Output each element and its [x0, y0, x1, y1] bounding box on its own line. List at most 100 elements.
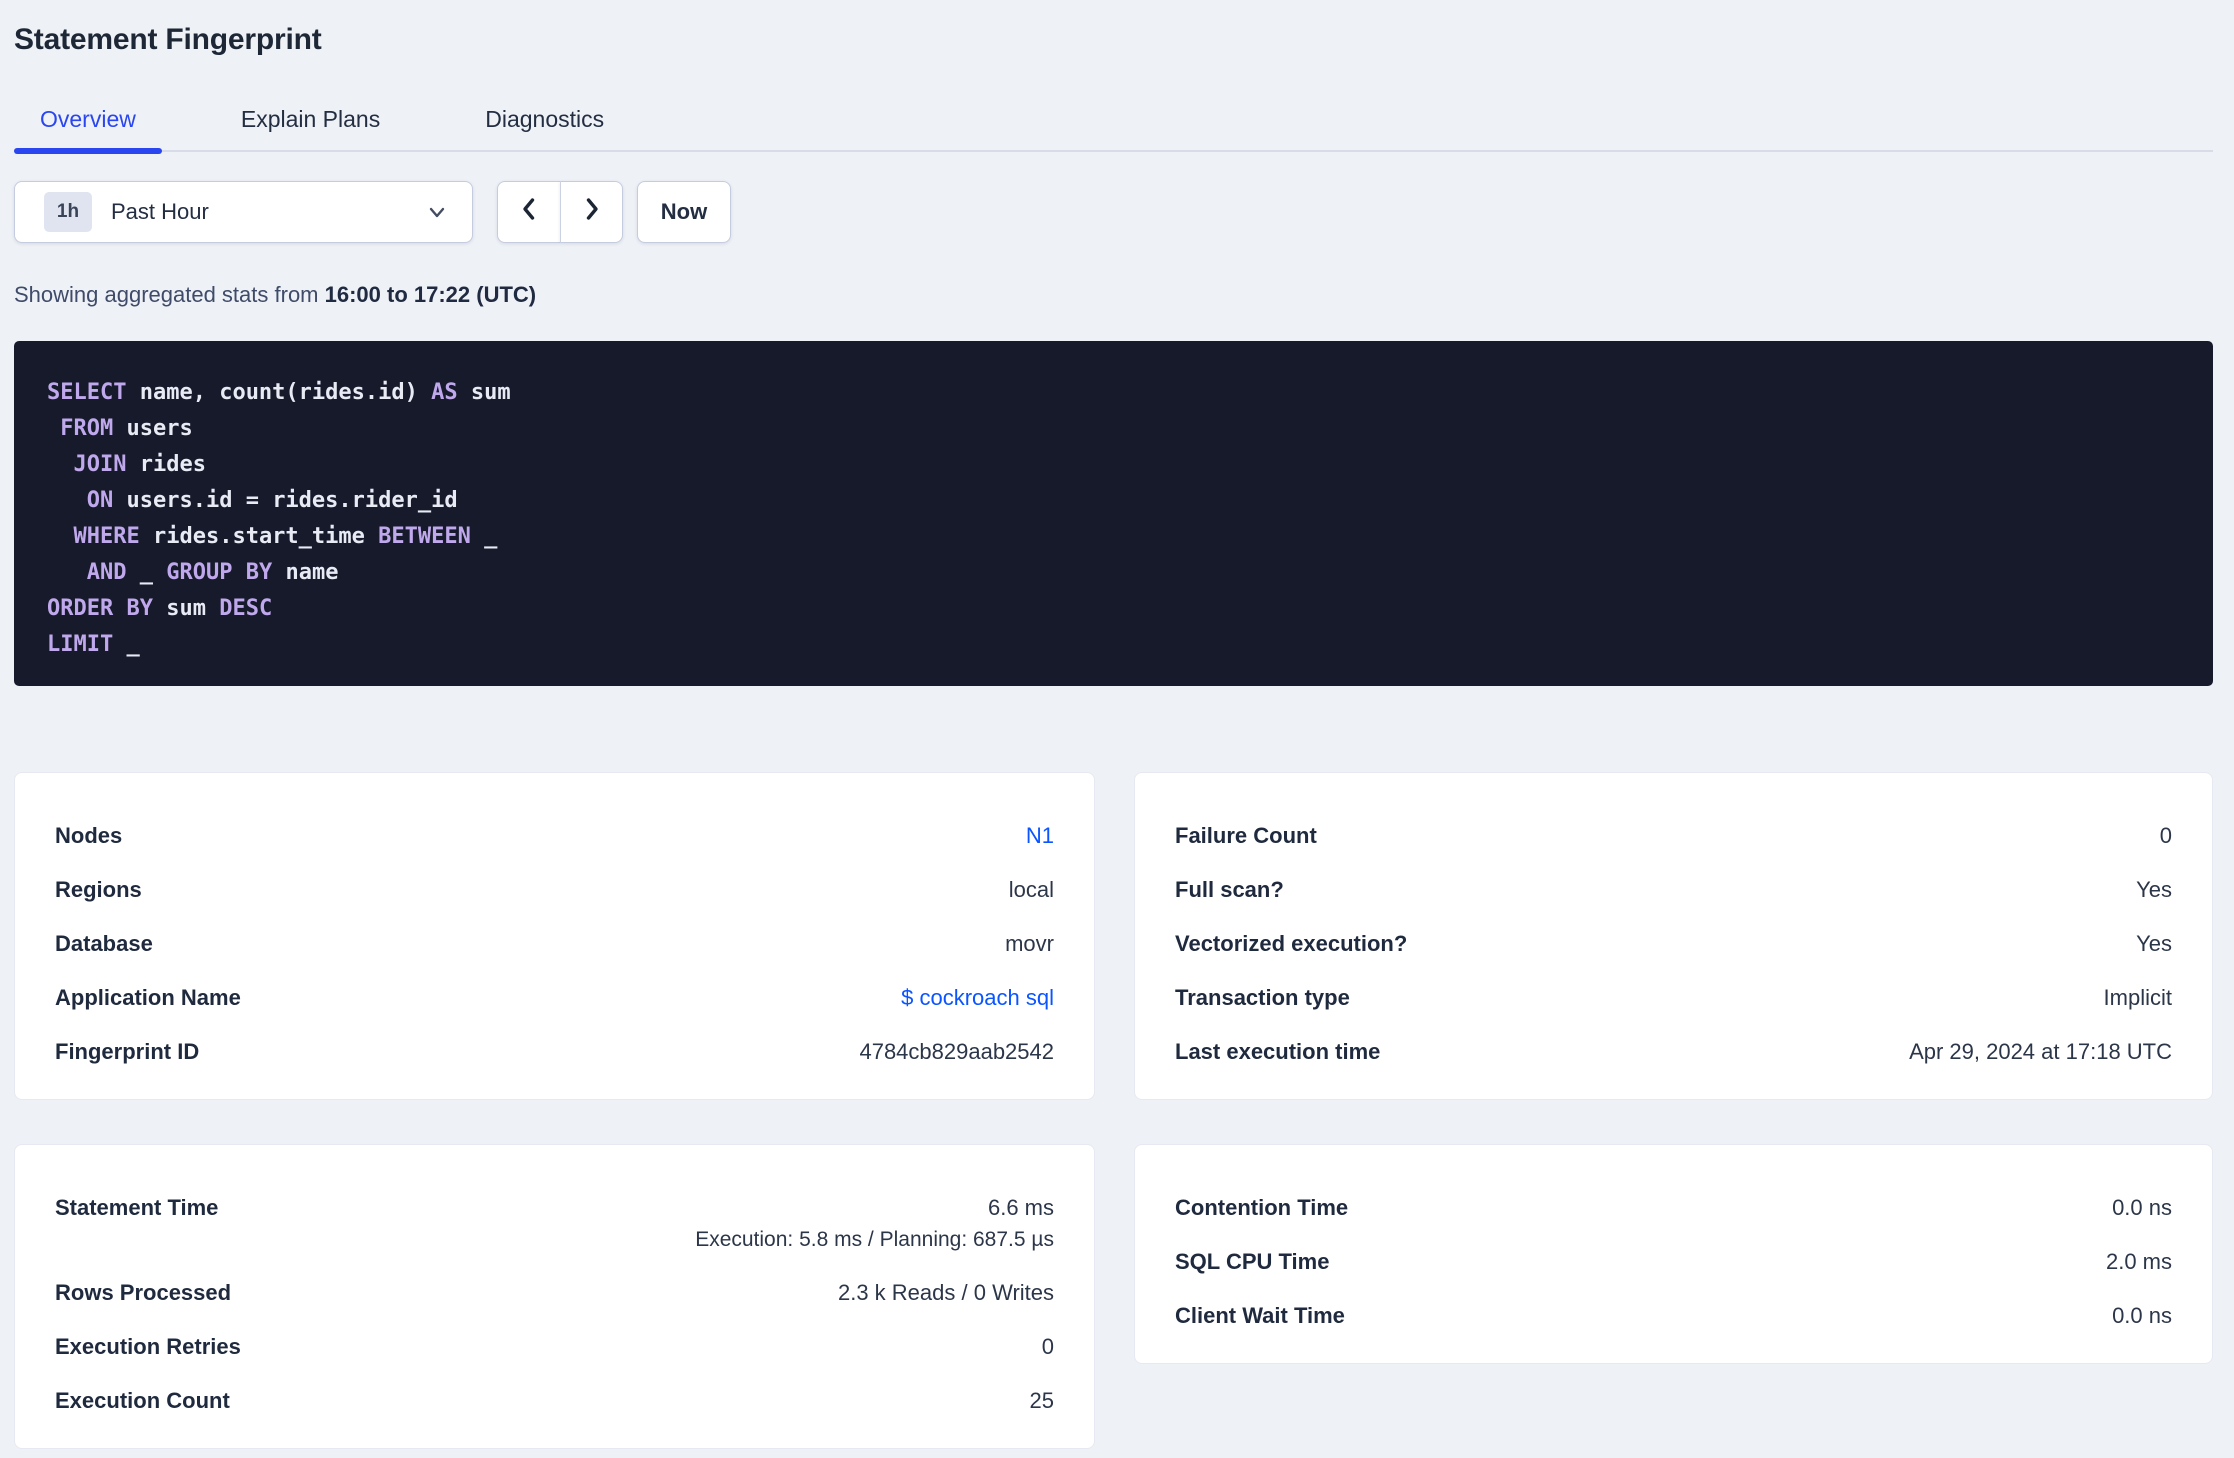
card-row-value: Implicit [2103, 985, 2172, 1010]
execution-attributes-card: Failure Count 0 Full scan? Yes Vectorized ex… [1134, 772, 2213, 1100]
sql-keyword: FROM [60, 416, 114, 441]
card-row-value: 4784cb829aab2542 [859, 1039, 1054, 1064]
sql-identifier [47, 452, 74, 477]
sql-keyword: DESC [219, 596, 273, 621]
card-row-value: 25 [1029, 1388, 1054, 1413]
card-row-value-link[interactable]: $ cockroach sql [901, 984, 1054, 1012]
card-row: Failure Count 0 [1175, 809, 2172, 863]
stats-cards-grid: Nodes N1 Regions local Database movr Applicati… [14, 772, 2213, 1449]
sql-identifier [47, 416, 60, 441]
next-time-interval-button[interactable] [560, 181, 623, 243]
now-button[interactable]: Now [637, 181, 731, 243]
sql-line: JOIN rides [47, 447, 2180, 483]
chevron-left-icon [516, 194, 542, 230]
tab-explain-plans[interactable]: Explain Plans [215, 105, 406, 150]
card-row: Transaction type Implicit [1175, 971, 2172, 1025]
card-row: Full scan? Yes [1175, 863, 2172, 917]
card-row-value: Apr 29, 2024 at 17:18 UTC [1909, 1039, 2172, 1064]
card-row-value: 2.0 ms [2105, 1249, 2172, 1274]
time-toolbar: 1h Past Hour Now [14, 181, 2213, 243]
sql-identifier [47, 524, 74, 549]
sql-keyword: ON [86, 488, 114, 513]
card-row-label: Regions [55, 877, 142, 902]
time-stats-card: Contention Time 0.0 ns SQL CPU Time 2.0 ms C… [1134, 1144, 2213, 1364]
card-row-value: 0 [1041, 1334, 1054, 1359]
card-row-label: Transaction type [1175, 985, 1350, 1010]
sql-keyword: SELECT [47, 380, 127, 405]
sql-line: LIMIT _ [47, 627, 2180, 663]
sql-keyword: AND [86, 560, 127, 585]
card-row: Contention Time 0.0 ns [1175, 1181, 2172, 1235]
sql-keyword: AS [431, 380, 458, 405]
card-row-label: Execution Count [55, 1388, 230, 1413]
card-row-label: Full scan? [1175, 877, 1284, 902]
card-row: Regions local [55, 863, 1054, 917]
sql-identifier: _ [113, 632, 140, 657]
tab-bar: Overview Explain Plans Diagnostics [14, 105, 2213, 154]
previous-time-interval-button[interactable] [497, 181, 560, 243]
card-row: Execution Count 25 [55, 1374, 1054, 1428]
card-row: Database movr [55, 917, 1054, 971]
sql-line: ORDER BY sum DESC [47, 591, 2180, 627]
sql-keyword: BETWEEN [378, 524, 471, 549]
card-row: Nodes N1 [55, 809, 1054, 863]
time-pager [497, 181, 623, 243]
sql-keyword: JOIN [73, 452, 127, 477]
sql-identifier [47, 488, 87, 513]
sql-identifier: rides.start_time [139, 524, 379, 549]
aggregation-summary-range: 16:00 to 17:22 (UTC) [324, 282, 537, 307]
aggregation-summary-prefix: Showing aggregated stats from [14, 282, 325, 307]
tab-diagnostics[interactable]: Diagnostics [459, 105, 630, 150]
chevron-right-icon [579, 194, 605, 230]
statement-details-card: Nodes N1 Regions local Database movr Applicati… [14, 772, 1095, 1100]
sql-identifier: name [272, 560, 339, 585]
card-row-value: 6.6 ms [987, 1195, 1054, 1220]
card-row: Execution Retries 0 [55, 1320, 1054, 1374]
card-row: Fingerprint ID 4784cb829aab2542 [55, 1025, 1054, 1079]
sql-identifier: _ [470, 524, 498, 549]
page-title: Statement Fingerprint [14, 23, 322, 56]
sql-keyword: ORDER BY [47, 596, 153, 621]
card-row-value: 0 [2159, 823, 2172, 848]
card-row-label: Client Wait Time [1175, 1303, 1345, 1328]
card-row-label: Database [55, 931, 153, 956]
card-row-label: Contention Time [1175, 1195, 1349, 1220]
card-row-label: Rows Processed [55, 1280, 232, 1305]
sql-identifier: sum [457, 380, 511, 405]
card-row-label: Nodes [55, 823, 123, 848]
card-row-label: Fingerprint ID [55, 1039, 200, 1064]
card-row-value: 0.0 ns [2112, 1195, 2172, 1220]
time-range-dropdown[interactable]: 1h Past Hour [14, 181, 473, 243]
chevron-down-icon [424, 199, 450, 225]
card-row-value: Yes [2136, 931, 2172, 956]
sql-line: ON users.id = rides.rider_id [47, 483, 2180, 519]
card-row-value: 0.0 ns [2112, 1303, 2172, 1328]
sql-line: WHERE rides.start_time BETWEEN _ [47, 519, 2180, 555]
card-row: Vectorized execution? Yes [1175, 917, 2172, 971]
card-row-value-link[interactable]: N1 [1026, 822, 1054, 850]
sql-keyword: LIMIT [47, 632, 114, 657]
sql-identifier: _ [126, 560, 167, 585]
card-row: Rows Processed 2.3 k Reads / 0 Writes [55, 1266, 1054, 1320]
card-row: Application Name $ cockroach sql [55, 971, 1054, 1025]
sql-identifier [47, 560, 87, 585]
card-row-label: Last execution time [1175, 1039, 1381, 1064]
sql-line: FROM users [47, 411, 2180, 447]
card-row-value: 2.3 k Reads / 0 Writes [837, 1280, 1054, 1305]
card-row: Client Wait Time 0.0 ns [1175, 1289, 2172, 1343]
tab-overview[interactable]: Overview [14, 105, 162, 154]
card-row: SQL CPU Time 2.0 ms [1175, 1235, 2172, 1289]
sql-identifier: sum [152, 596, 220, 621]
card-row-label: SQL CPU Time [1175, 1249, 1330, 1274]
sql-identifier: users.id = rides.rider_id [113, 488, 458, 513]
sql-identifier: rides [126, 452, 206, 477]
sql-keyword: GROUP BY [166, 560, 273, 585]
sql-identifier: users [113, 416, 193, 441]
statement-fingerprint-page: Statement Fingerprint Overview Explain P… [0, 0, 2234, 1449]
card-row-value: local [1008, 877, 1054, 902]
sql-statement-box: SELECT name, count(rides.id) AS sum FROM… [14, 341, 2213, 686]
card-row-label: Application Name [55, 985, 241, 1010]
card-row-label: Vectorized execution? [1175, 931, 1408, 956]
sql-line: SELECT name, count(rides.id) AS sum [47, 375, 2180, 411]
card-row: Last execution time Apr 29, 2024 at 17:18… [1175, 1025, 2172, 1079]
